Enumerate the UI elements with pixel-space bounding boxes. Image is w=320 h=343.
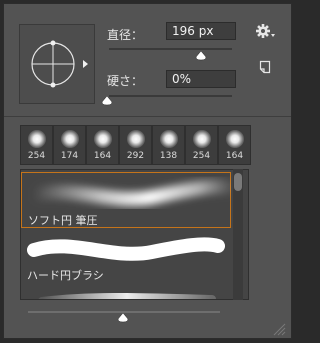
diameter-input[interactable]: 196 px [166,22,236,40]
brush-thumbnail[interactable]: 254 [185,125,218,165]
section-divider [4,116,291,117]
brush-tip-icon [193,130,211,148]
brush-preset-picker-panel: 直径： 196 px 硬さ： 0% 254 174 164 292 138 25… [3,3,292,339]
hardness-label: 硬さ： [107,74,144,88]
gear-icon[interactable] [256,24,276,40]
brush-tip-icon [61,130,79,148]
brush-angle-widget[interactable] [19,24,95,104]
brush-size-label: 254 [27,151,46,161]
brush-list: ソフト円 筆圧 ハード円ブラシ [20,169,249,300]
brush-stroke-preview [38,293,216,299]
diameter-slider-thumb[interactable] [195,51,207,61]
brush-tip-icon [28,130,46,148]
brush-name: ハード円ブラシ [27,269,104,282]
scrollbar-thumb[interactable] [234,173,242,191]
brush-thumbnail[interactable]: 292 [119,125,152,165]
brush-thumbnail[interactable]: 138 [152,125,185,165]
preview-size-slider-thumb[interactable] [117,313,129,323]
brush-tip-icon [160,130,178,148]
hard-brush-stroke-preview [27,237,225,261]
brush-list-item-soft-round[interactable]: ソフト円 筆圧 [21,172,231,228]
resize-grip-icon[interactable] [272,322,286,336]
diameter-label: 直径： [107,28,144,42]
hardness-slider-track[interactable] [109,95,232,97]
brush-list-scrollbar[interactable] [233,169,243,300]
brush-size-label: 138 [159,151,178,161]
brush-tip-icon [94,130,112,148]
brush-thumbnail[interactable]: 164 [218,125,251,165]
brush-tip-icon [127,130,145,148]
brush-thumbnail[interactable]: 174 [53,125,86,165]
brush-name: ソフト円 筆圧 [28,214,98,227]
brush-thumbnail[interactable]: 164 [86,125,119,165]
brush-thumbnail[interactable]: 254 [20,125,53,165]
diameter-slider-track[interactable] [109,48,232,50]
hardness-input[interactable]: 0% [166,70,236,88]
brush-size-label: 292 [126,151,145,161]
recent-brushes-row: 254 174 164 292 138 254 164 [20,125,251,165]
brush-size-label: 164 [225,151,244,161]
brush-list-item-hard-round[interactable]: ハード円ブラシ [21,230,231,284]
brush-size-label: 164 [93,151,112,161]
brush-angle-icon[interactable] [20,25,96,105]
brush-list-item[interactable] [21,287,231,299]
new-preset-icon[interactable] [258,60,272,74]
brush-size-label: 174 [60,151,79,161]
brush-tip-icon [226,130,244,148]
hardness-slider-thumb[interactable] [101,96,113,106]
soft-brush-stroke-preview [26,179,231,206]
brush-size-label: 254 [192,151,211,161]
